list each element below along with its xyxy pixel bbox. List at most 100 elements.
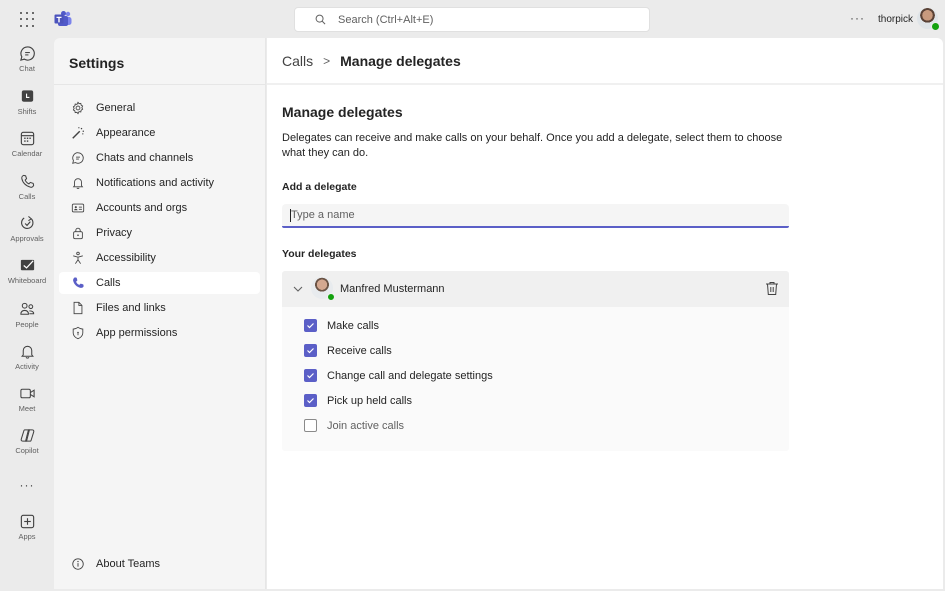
rail-item-approvals[interactable]: Approvals: [0, 215, 54, 243]
rail-item-whiteboard[interactable]: Whiteboard: [0, 257, 54, 285]
page-description: Delegates can receive and make calls on …: [282, 132, 783, 159]
settings-item-accounts[interactable]: Accounts and orgs: [59, 197, 260, 219]
phone-icon: [73, 277, 84, 288]
delegate-card: Manfred Mustermann Make calls Receive ca…: [282, 271, 789, 451]
rail-item-copilot[interactable]: Copilot: [0, 427, 54, 455]
divider: [267, 83, 943, 85]
settings-item-chats[interactable]: Chats and channels: [59, 147, 260, 169]
settings-item-general[interactable]: General: [59, 97, 260, 119]
document-icon: [73, 301, 83, 315]
rail-item-calendar[interactable]: Calendar: [0, 130, 54, 158]
rail-item-chat[interactable]: Chat: [0, 45, 54, 73]
settings-item-app-permissions[interactable]: App permissions: [59, 322, 260, 344]
breadcrumb-current: Manage delegates: [340, 53, 461, 69]
apps-add-icon: [20, 514, 34, 529]
copilot-icon: [20, 429, 34, 442]
more-options-icon[interactable]: ···: [850, 11, 865, 25]
breadcrumb: Calls > Manage delegates: [282, 53, 461, 69]
shifts-icon: [21, 90, 33, 102]
settings-title: Settings: [69, 55, 125, 71]
settings-item-notifications[interactable]: Notifications and activity: [59, 172, 260, 194]
accessibility-icon: [73, 251, 83, 264]
nav-label: About Teams: [96, 558, 161, 570]
delegate-header[interactable]: Manfred Mustermann: [282, 271, 789, 307]
settings-item-files[interactable]: Files and links: [59, 297, 260, 319]
nav-label: Accounts and orgs: [96, 202, 188, 214]
permission-join-active-calls[interactable]: Join active calls: [304, 419, 404, 432]
rail-label: Activity: [15, 362, 39, 371]
more-apps-icon[interactable]: ···: [0, 478, 54, 492]
rail-label: Whiteboard: [7, 276, 47, 285]
rail-label: Meet: [18, 404, 36, 413]
permission-change-settings[interactable]: Change call and delegate settings: [304, 369, 493, 382]
search-icon: [315, 14, 326, 25]
nav-label: Privacy: [96, 227, 133, 239]
permission-receive-calls[interactable]: Receive calls: [304, 344, 392, 357]
nav-label: App permissions: [96, 327, 178, 339]
checkbox-checked[interactable]: [304, 394, 317, 407]
rail-item-people[interactable]: People: [0, 301, 54, 329]
approvals-icon: [20, 216, 33, 230]
nav-label: Notifications and activity: [96, 177, 214, 189]
rail-item-activity[interactable]: Activity: [0, 343, 54, 371]
video-camera-icon: [19, 388, 35, 399]
search-placeholder: Search (Ctrl+Alt+E): [338, 13, 434, 26]
info-icon: [72, 558, 84, 570]
top-bar: Search (Ctrl+Alt+E) ··· thorpick: [0, 0, 945, 38]
main-pane: Calls > Manage delegates Manage delegate…: [267, 38, 943, 589]
permission-label: Make calls: [327, 319, 379, 332]
permission-label: Join active calls: [327, 419, 405, 432]
lock-icon: [73, 227, 83, 240]
rail-label: Approvals: [10, 234, 44, 243]
user-avatar[interactable]: [917, 8, 940, 31]
rail-item-shifts[interactable]: Shifts: [0, 88, 54, 116]
calendar-icon: [20, 131, 34, 146]
checkbox-unchecked[interactable]: [304, 419, 317, 432]
search-box[interactable]: Search (Ctrl+Alt+E): [294, 7, 650, 32]
checkmark-icon: [307, 398, 314, 404]
permission-make-calls[interactable]: Make calls: [304, 319, 379, 332]
divider: [54, 84, 266, 85]
permission-label: Change call and delegate settings: [327, 369, 493, 382]
delegate-avatar: [311, 277, 335, 301]
add-delegate-input[interactable]: [282, 204, 789, 228]
your-delegates-label: Your delegates: [282, 248, 357, 260]
permission-pick-up-held-calls[interactable]: Pick up held calls: [304, 394, 412, 407]
chevron-down-icon[interactable]: [293, 285, 303, 293]
text-caret: [290, 209, 291, 222]
rail-label: Calendar: [11, 149, 43, 158]
chevron-right-icon: >: [323, 54, 331, 68]
rail-item-apps[interactable]: Apps: [0, 513, 54, 541]
checkmark-icon: [307, 323, 314, 329]
settings-item-privacy[interactable]: Privacy: [59, 222, 260, 244]
bell-icon: [72, 178, 84, 190]
rail-item-calls[interactable]: Calls: [0, 173, 54, 201]
settings-pane: Settings General Appearance Chats and ch…: [54, 38, 266, 589]
settings-item-calls[interactable]: Calls: [59, 272, 260, 294]
app-launcher-icon[interactable]: [19, 11, 37, 29]
contact-card-icon: [71, 203, 85, 213]
rail-label: Calls: [18, 192, 36, 201]
delete-icon[interactable]: [765, 281, 779, 296]
settings-item-appearance[interactable]: Appearance: [59, 122, 260, 144]
people-icon: [19, 302, 34, 315]
nav-label: General: [96, 102, 136, 114]
rail-label: Chat: [19, 64, 35, 73]
user-name: thorpick: [878, 14, 914, 25]
presence-available-icon: [327, 293, 335, 301]
teams-logo-icon: [54, 11, 72, 26]
gear-icon: [72, 101, 84, 115]
breadcrumb-calls-link[interactable]: Calls: [282, 53, 313, 69]
checkbox-checked[interactable]: [304, 319, 317, 332]
nav-label: Calls: [96, 277, 121, 289]
checkbox-checked[interactable]: [304, 369, 317, 382]
checkbox-checked[interactable]: [304, 344, 317, 357]
about-teams-link[interactable]: About Teams: [59, 553, 260, 575]
settings-item-accessibility[interactable]: Accessibility: [59, 247, 260, 269]
bell-icon: [20, 345, 34, 359]
rail-item-meet[interactable]: Meet: [0, 385, 54, 413]
page-title: Manage delegates: [282, 104, 403, 120]
rail-label: People: [15, 320, 39, 329]
delegate-name: Manfred Mustermann: [340, 283, 445, 295]
nav-label: Chats and channels: [96, 152, 194, 164]
